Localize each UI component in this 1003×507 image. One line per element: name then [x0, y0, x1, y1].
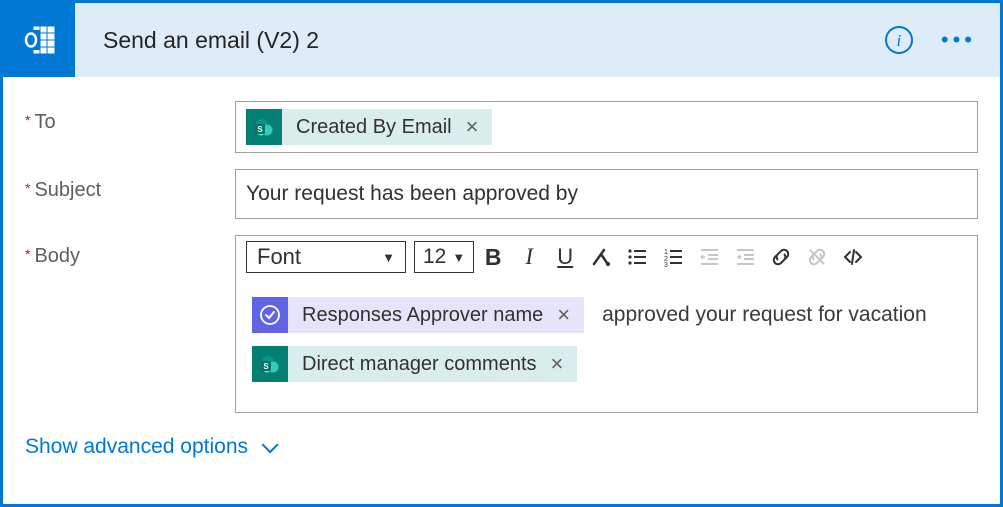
body-field-row: * Body Font ▼ 12 ▼ B I: [25, 235, 978, 413]
underline-button[interactable]: U: [548, 241, 582, 273]
token-remove-icon[interactable]: ×: [553, 304, 584, 326]
token-label: Created By Email: [282, 116, 462, 139]
code-view-button[interactable]: [836, 241, 870, 273]
font-selector[interactable]: Font ▼: [246, 241, 406, 273]
font-size-selector[interactable]: 12 ▼: [414, 241, 474, 273]
action-card: Send an email (V2) 2 i ••• * To: [0, 0, 1003, 507]
outdent-button[interactable]: [692, 241, 726, 273]
bold-button[interactable]: B: [476, 241, 510, 273]
body-editor: Font ▼ 12 ▼ B I U: [235, 235, 978, 413]
to-input[interactable]: S Created By Email ×: [235, 101, 978, 153]
to-field-row: * To S: [25, 101, 978, 153]
caret-down-icon: ▼: [382, 250, 395, 265]
svg-text:S: S: [257, 125, 263, 134]
token-approver-name[interactable]: Responses Approver name ×: [252, 297, 584, 333]
to-field-control: S Created By Email ×: [235, 101, 978, 153]
token-remove-icon[interactable]: ×: [547, 353, 578, 375]
body-line-2: S Direct manager comments ×: [252, 346, 961, 382]
subject-label: * Subject: [25, 169, 235, 202]
italic-button[interactable]: I: [512, 241, 546, 273]
sharepoint-icon: S: [252, 346, 288, 382]
body-content-area[interactable]: Responses Approver name × approved your …: [236, 278, 977, 412]
subject-input[interactable]: [246, 182, 967, 206]
body-text: approved your request for vacation: [602, 296, 927, 334]
sharepoint-icon: S: [246, 109, 282, 145]
fields-area: * To S: [3, 77, 1000, 413]
body-line-1: Responses Approver name × approved your …: [252, 296, 961, 334]
connector-icon-outlook: [3, 3, 75, 77]
required-asterisk: *: [25, 111, 30, 134]
required-asterisk: *: [25, 245, 30, 268]
info-icon[interactable]: i: [885, 26, 913, 54]
more-menu-icon[interactable]: •••: [941, 29, 976, 51]
bullet-list-button[interactable]: [620, 241, 654, 273]
numbered-list-button[interactable]: 123: [656, 241, 690, 273]
required-asterisk: *: [25, 179, 30, 202]
token-label: Direct manager comments: [288, 346, 547, 382]
link-button[interactable]: [764, 241, 798, 273]
advanced-options-row: Show advanced options: [3, 429, 1000, 481]
caret-down-icon: ▼: [452, 250, 465, 265]
svg-text:1: 1: [664, 249, 668, 256]
token-created-by-email[interactable]: S Created By Email ×: [246, 109, 492, 145]
outlook-icon: [19, 20, 59, 60]
token-label: Responses Approver name: [288, 297, 553, 333]
to-label: * To: [25, 101, 235, 134]
rich-text-toolbar: Font ▼ 12 ▼ B I U: [236, 236, 977, 278]
indent-button[interactable]: [728, 241, 762, 273]
card-header[interactable]: Send an email (V2) 2 i •••: [3, 3, 1000, 77]
unlink-button[interactable]: [800, 241, 834, 273]
subject-field-control: [235, 169, 978, 219]
body-field-control: Font ▼ 12 ▼ B I U: [235, 235, 978, 413]
subject-field-row: * Subject: [25, 169, 978, 219]
chevron-down-icon: [262, 436, 279, 453]
body-label: * Body: [25, 235, 235, 268]
svg-text:3: 3: [664, 262, 668, 268]
subject-input-box[interactable]: [235, 169, 978, 219]
token-manager-comments[interactable]: S Direct manager comments ×: [252, 346, 577, 382]
action-title: Send an email (V2) 2: [103, 27, 885, 54]
show-advanced-options-link[interactable]: Show advanced options: [25, 435, 274, 459]
color-button[interactable]: [584, 241, 618, 273]
token-remove-icon[interactable]: ×: [462, 116, 493, 138]
svg-text:S: S: [263, 362, 269, 371]
approvals-icon: [252, 297, 288, 333]
